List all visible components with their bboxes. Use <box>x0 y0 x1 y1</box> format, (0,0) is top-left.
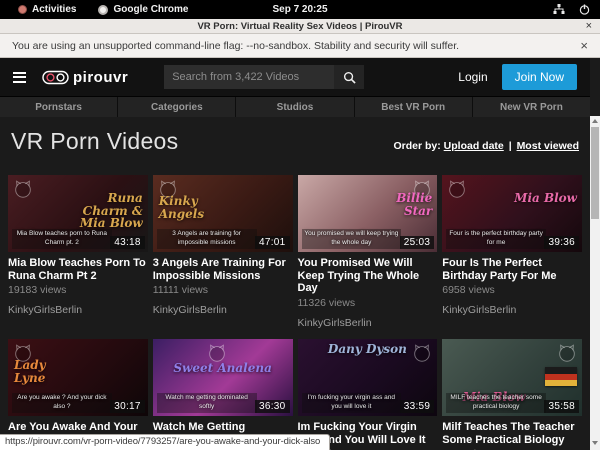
video-thumbnail[interactable]: Kinky Angels 3 Angels are training for i… <box>153 175 293 252</box>
nav-item-pornstars[interactable]: Pornstars <box>0 97 118 117</box>
order-by-most-viewed-link[interactable]: Most viewed <box>517 140 579 152</box>
video-thumbnail[interactable]: Sweet Analena Watch me getting dominated… <box>153 339 293 416</box>
duration-badge: 33:59 <box>400 400 435 413</box>
activities-button[interactable]: Activities <box>10 4 84 15</box>
video-thumbnail[interactable]: Lady Lyne Are you awake ? And your dick … <box>8 339 148 416</box>
scrollbar-thumb[interactable] <box>591 127 599 219</box>
order-by-upload-date-link[interactable]: Upload date <box>444 140 504 152</box>
thumb-overlay-caption: 3 Angels are training for impossible mis… <box>157 229 257 249</box>
video-title[interactable]: Mia Blow Teaches Porn To Runa Charm Pt 2 <box>8 257 148 282</box>
window-title: VR Porn: Virtual Reality Sex Videos | Pi… <box>197 21 402 32</box>
studio-watermark-icon <box>556 342 578 369</box>
duration-badge: 47:01 <box>255 236 290 249</box>
page-viewport: pirouvr Login Join Now Pornstars Categor… <box>0 58 600 450</box>
video-thumbnail[interactable]: Runa Charm & Mia Blow Mia Blow teaches p… <box>8 175 148 252</box>
thumb-overlay-caption: Are you awake ? And your dick also ? <box>12 393 112 413</box>
scrollbar[interactable] <box>590 116 600 450</box>
menu-icon[interactable] <box>13 69 26 85</box>
main-nav: Pornstars Categories Studios Best VR Por… <box>0 96 590 117</box>
nav-item-categories[interactable]: Categories <box>118 97 236 117</box>
video-thumbnail[interactable]: Billie Star You promised we will keep tr… <box>298 175 438 252</box>
order-by-separator: | <box>509 140 512 152</box>
duration-badge: 39:36 <box>544 236 579 249</box>
page-title: VR Porn Videos <box>11 128 178 155</box>
activities-icon <box>18 5 27 14</box>
view-count: 11326 views <box>298 297 438 309</box>
thumb-overlay-caption: You promised we will keep trying the who… <box>302 229 402 249</box>
thumb-overlay-name: Mia Blow <box>514 192 577 205</box>
thumb-overlay-name: Runa Charm & Mia Blow <box>79 192 143 230</box>
video-thumbnail[interactable]: Mia Blow MILF teaches the teacher some p… <box>442 339 582 416</box>
studio-link[interactable]: KinkyGirlsBerlin <box>298 317 438 329</box>
thumb-overlay-name: Billie Star <box>368 192 432 217</box>
search-button[interactable] <box>334 65 364 89</box>
video-thumbnail[interactable]: Mia Blow Four is the perfect birthday pa… <box>442 175 582 252</box>
system-top-bar: Activities Google Chrome Sep 7 20:25 <box>0 0 600 19</box>
logo-text: pirouvr <box>73 69 128 86</box>
vr-goggles-icon <box>42 70 69 85</box>
window-close-icon[interactable]: × <box>586 19 592 34</box>
chrome-infobar: You are using an unsupported command-lin… <box>0 34 600 58</box>
video-grid: Runa Charm & Mia Blow Mia Blow teaches p… <box>8 175 582 450</box>
flag-icon <box>545 367 577 386</box>
nav-item-best-vr-porn[interactable]: Best VR Porn <box>355 97 473 117</box>
studio-link[interactable]: KinkyGirlsBerlin <box>8 304 148 316</box>
thumb-overlay-name: Kinky Angels <box>159 195 221 220</box>
video-card[interactable]: Mia Blow Four is the perfect birthday pa… <box>442 175 582 329</box>
duration-badge: 35:58 <box>544 400 579 413</box>
thumb-overlay-caption: MILF teaches the teacher some practical … <box>446 393 546 413</box>
status-url-bubble: https://pirouvr.com/vr-porn-video/779325… <box>0 434 330 450</box>
search-icon <box>343 71 356 84</box>
studio-watermark-icon <box>446 178 468 205</box>
thumb-overlay-caption: Four is the perfect birthday party for m… <box>446 229 546 249</box>
thumb-overlay-caption: I'm fucking your virgin ass and you will… <box>302 393 402 413</box>
video-card[interactable]: Kinky Angels 3 Angels are training for i… <box>153 175 293 329</box>
nav-item-studios[interactable]: Studios <box>236 97 354 117</box>
site-header: pirouvr Login Join Now <box>0 58 590 96</box>
video-card[interactable]: Billie Star You promised we will keep tr… <box>298 175 438 329</box>
site-logo[interactable]: pirouvr <box>42 69 128 86</box>
join-now-button[interactable]: Join Now <box>502 64 577 90</box>
thumb-overlay-name: Dany Dyson <box>298 343 438 356</box>
duration-badge: 36:30 <box>255 400 290 413</box>
view-count: 11111 views <box>153 284 293 296</box>
app-menu-label: Google Chrome <box>113 4 188 15</box>
network-icon[interactable] <box>553 4 565 15</box>
scrollbar-down-arrow-icon[interactable] <box>590 438 600 448</box>
thumb-overlay-name: Lady Lyne <box>14 359 76 384</box>
power-icon[interactable] <box>579 4 590 15</box>
studio-watermark-icon <box>12 178 34 205</box>
video-title[interactable]: You Promised We Will Keep Trying The Who… <box>298 257 438 295</box>
login-link[interactable]: Login <box>458 70 487 84</box>
video-card[interactable]: Runa Charm & Mia Blow Mia Blow teaches p… <box>8 175 148 329</box>
duration-badge: 43:18 <box>110 236 145 249</box>
thumb-overlay-caption: Mia Blow teaches porn to Runa Charm pt. … <box>12 229 112 249</box>
video-card[interactable]: Mia Blow MILF teaches the teacher some p… <box>442 339 582 450</box>
order-by: Order by: Upload date | Most viewed <box>393 140 579 152</box>
thumb-overlay-caption: Watch me getting dominated softly <box>157 393 257 413</box>
studio-link[interactable]: KinkyGirlsBerlin <box>153 304 293 316</box>
video-title[interactable]: Milf Teaches The Teacher Some Practical … <box>442 421 582 446</box>
video-title[interactable]: 3 Angels Are Training For Impossible Mis… <box>153 257 293 282</box>
app-menu-button[interactable]: Google Chrome <box>90 4 196 15</box>
view-count: 19183 views <box>8 284 148 296</box>
video-thumbnail[interactable]: Dany Dyson I'm fucking your virgin ass a… <box>298 339 438 416</box>
duration-badge: 25:03 <box>400 236 435 249</box>
view-count: 6958 views <box>442 284 582 296</box>
order-by-label: Order by: <box>393 140 440 152</box>
infobar-close-icon[interactable]: × <box>580 38 588 53</box>
window-titlebar: VR Porn: Virtual Reality Sex Videos | Pi… <box>0 19 600 34</box>
chrome-icon <box>98 5 108 15</box>
studio-link[interactable]: KinkyGirlsBerlin <box>442 304 582 316</box>
nav-item-new-vr-porn[interactable]: New VR Porn <box>473 97 590 117</box>
activities-label: Activities <box>32 4 76 15</box>
duration-badge: 30:17 <box>110 400 145 413</box>
thumb-overlay-name: Sweet Analena <box>153 362 293 375</box>
video-title[interactable]: Four Is The Perfect Birthday Party For M… <box>442 257 582 282</box>
infobar-message: You are using an unsupported command-lin… <box>12 40 459 52</box>
search-input[interactable] <box>164 65 334 89</box>
scrollbar-up-arrow-icon[interactable] <box>590 116 600 126</box>
